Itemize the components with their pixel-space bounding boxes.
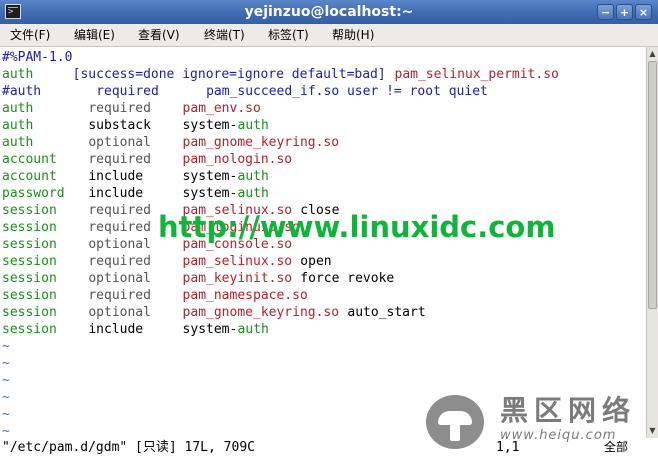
terminal-token: account (2, 152, 57, 167)
terminal-token: auto_start (347, 305, 426, 320)
terminal-token: required (88, 152, 151, 167)
terminal-token: optional (88, 271, 151, 286)
logo-title: 黑区网络 (500, 394, 637, 427)
terminal-token: required (88, 203, 151, 218)
menu-tabs[interactable]: 标签(T) (268, 24, 309, 46)
terminal-token: required (88, 288, 151, 303)
scroll-up-icon[interactable]: ▲ (647, 48, 658, 60)
terminal-token: session (2, 288, 57, 303)
terminal-token: pam_selinux_permit.so (394, 67, 559, 82)
terminal-token: ~ (2, 407, 10, 422)
terminal-token: password (2, 186, 65, 201)
terminal-token: auth (2, 118, 34, 133)
terminal-token: session (2, 271, 57, 286)
terminal-token: session (2, 220, 57, 235)
terminal-token: system- (182, 169, 238, 184)
terminal-token: required (88, 220, 151, 235)
terminal-token: include (88, 169, 144, 184)
terminal-token: optional (88, 135, 151, 150)
site-logo: 黑区网络 www.heiqu.com 全部 (426, 392, 658, 457)
terminal-token: session (2, 254, 57, 269)
minimize-button[interactable]: − (597, 4, 614, 20)
terminal-token: pam_namespace.so (182, 288, 308, 303)
terminal-token: system- (182, 322, 238, 337)
terminal-token: auth (237, 322, 269, 337)
terminal-token: optional (88, 305, 151, 320)
terminal-token: session (2, 203, 57, 218)
window-title: yejinzuo@localhost:~ (244, 4, 414, 20)
terminal-token: auth (237, 118, 269, 133)
terminal-token: auth (2, 67, 34, 82)
menu-edit[interactable]: 编辑(E) (74, 24, 115, 46)
maximize-button[interactable]: + (616, 4, 633, 20)
terminal-token: session (2, 305, 57, 320)
vertical-scrollbar[interactable]: ▲ ▼ (646, 47, 658, 438)
terminal-token: session (2, 237, 57, 252)
menu-bar: 文件(F) 编辑(E) 查看(V) 终端(T) 标签(T) 帮助(H) (0, 24, 658, 47)
terminal-token: account (2, 169, 57, 184)
terminal-token: optional (88, 237, 151, 252)
terminal-token: required (88, 254, 151, 269)
terminal-token: system- (182, 118, 238, 133)
terminal-token: include (88, 322, 144, 337)
terminal-window: yejinzuo@localhost:~ − + × 文件(F) 编辑(E) 查… (0, 0, 658, 457)
terminal-token: ~ (2, 390, 10, 405)
terminal-token: include (88, 186, 144, 201)
logo-url: www.heiqu.com (500, 428, 617, 443)
terminal-token: pam_succeed_if.so user != root quiet (206, 84, 488, 99)
mushroom-logo-icon (426, 395, 484, 449)
menu-help[interactable]: 帮助(H) (332, 24, 374, 46)
terminal-token: auth (2, 101, 34, 116)
terminal-token: ~ (2, 339, 10, 354)
watermark-url: http://www.linuxidc.com (158, 210, 556, 244)
scrollbar-thumb[interactable] (648, 61, 657, 309)
menu-terminal[interactable]: 终端(T) (204, 24, 245, 46)
terminal-token: pam_gnome_keyring.so (182, 135, 340, 150)
terminal-token: [success=done ignore=ignore default=bad] (72, 67, 386, 82)
terminal-token: session (2, 322, 57, 337)
terminal-token: auth (237, 186, 269, 201)
terminal-token: required (88, 101, 151, 116)
scroll-indicator: 全部 (604, 440, 629, 454)
file-info: "/etc/pam.d/gdm" [只读] 17L, 709C (2, 440, 255, 455)
terminal-token: auth (2, 135, 34, 150)
terminal-token: substack (88, 118, 151, 133)
terminal-token: system- (182, 186, 238, 201)
terminal-token: ~ (2, 356, 10, 371)
terminal-token: auth (237, 169, 269, 184)
terminal-token: pam_keyinit.so (182, 271, 293, 286)
terminal-token: pam_selinux.so (182, 254, 293, 269)
terminal-token: force revoke (300, 271, 395, 286)
terminal-token: pam_gnome_keyring.so (182, 305, 340, 320)
terminal-token: ~ (2, 373, 10, 388)
title-bar[interactable]: yejinzuo@localhost:~ − + × (0, 0, 658, 24)
terminal-token: pam_env.so (182, 101, 261, 116)
terminal-token: required (96, 84, 159, 99)
close-button[interactable]: × (635, 4, 652, 20)
menu-view[interactable]: 查看(V) (138, 24, 180, 46)
terminal-token: open (300, 254, 332, 269)
menu-file[interactable]: 文件(F) (10, 24, 50, 46)
terminal-token: #auth (2, 84, 42, 99)
terminal-token: pam_nologin.so (182, 152, 293, 167)
terminal-token: #%PAM-1.0 (2, 50, 73, 65)
